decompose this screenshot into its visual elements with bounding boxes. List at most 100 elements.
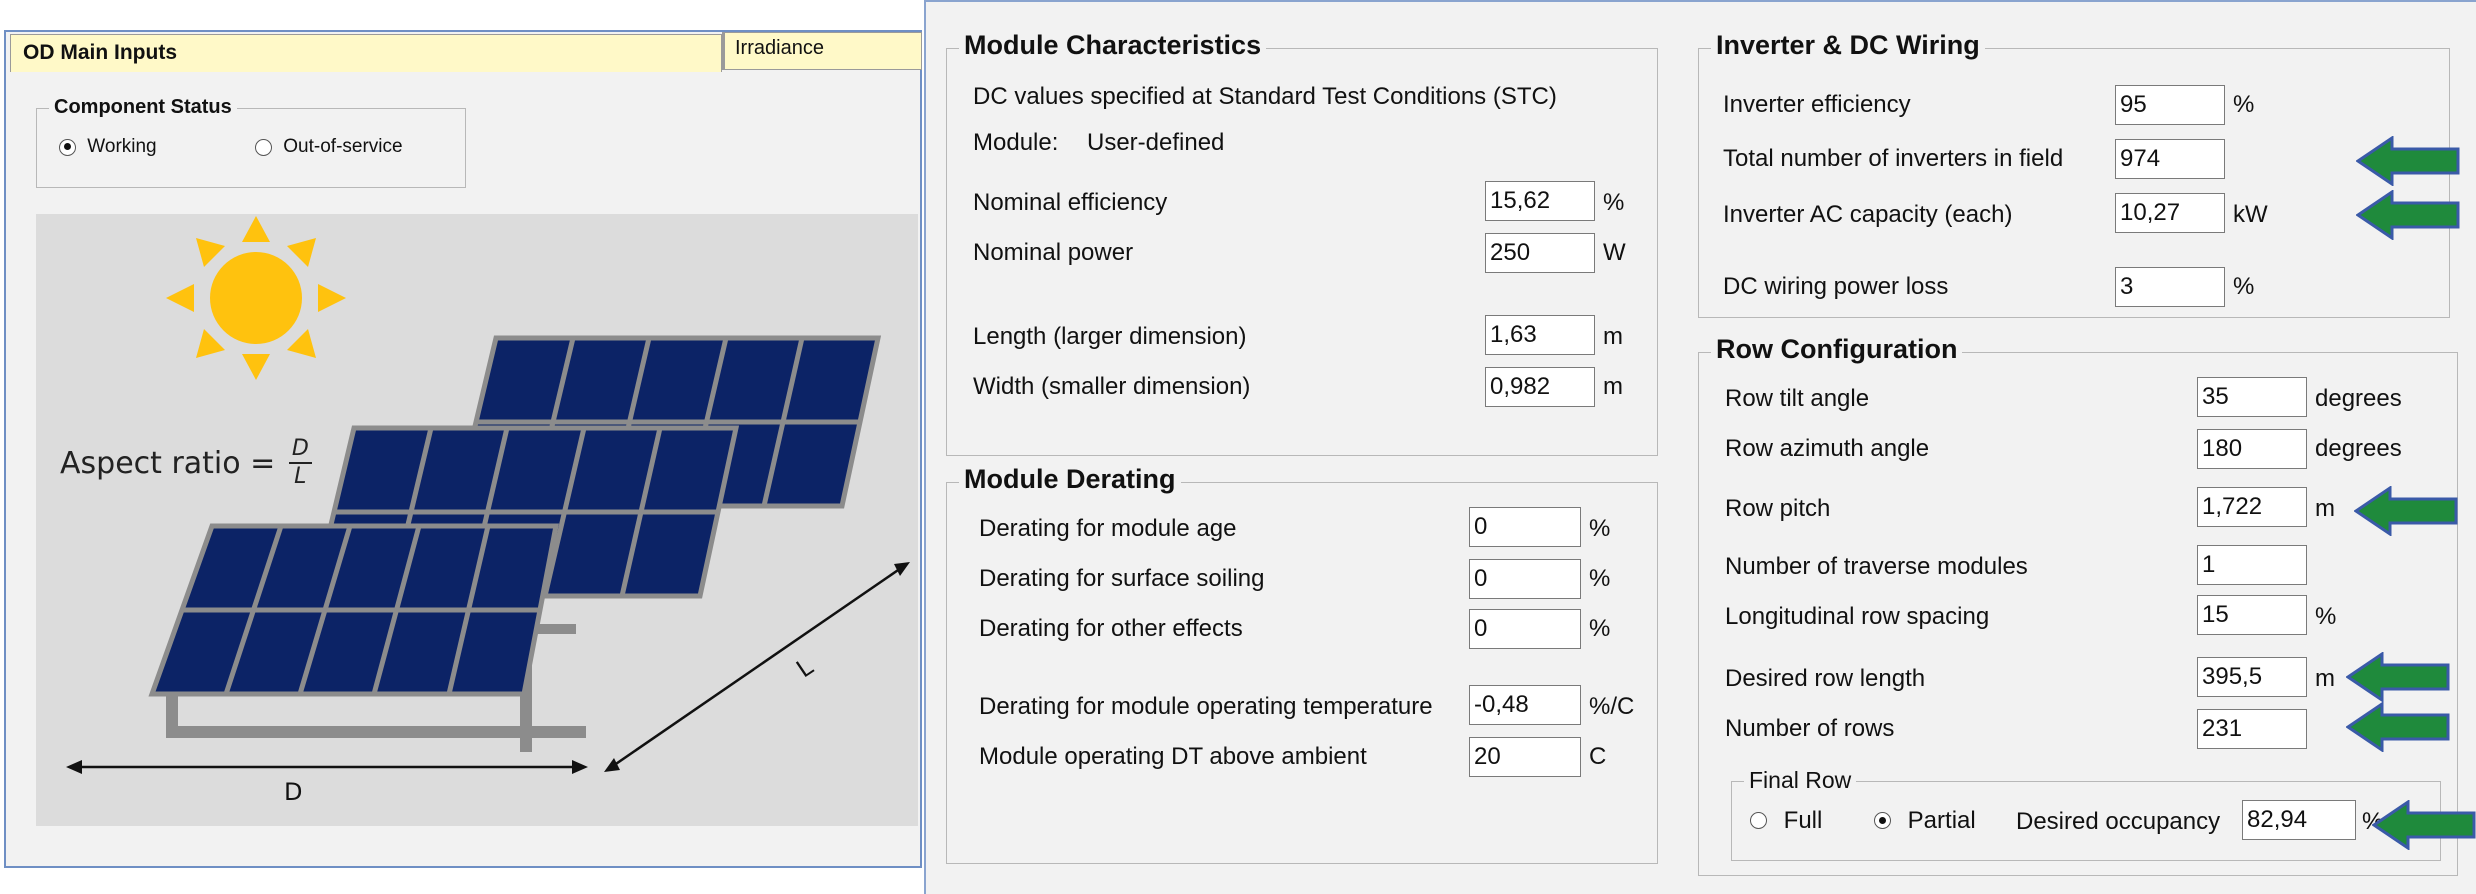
length-input[interactable]: 1,63 [1485, 315, 1595, 355]
d-label: D [284, 778, 303, 806]
row-tilt-label: Row tilt angle [1725, 385, 1870, 412]
row-pitch-input[interactable]: 1,722 [2197, 487, 2307, 527]
longitudinal-spacing-input[interactable]: 15 [2197, 595, 2307, 635]
radio-button-unchecked[interactable] [255, 138, 272, 156]
width-input[interactable]: 0,982 [1485, 367, 1595, 407]
desired-occupancy-input[interactable]: 82,94 [2242, 800, 2356, 840]
inverter-capacity-input[interactable]: 10,27 [2115, 193, 2225, 233]
right-window: Module Characteristics DC values specifi… [924, 0, 2476, 894]
working-radio[interactable]: Working [59, 136, 157, 158]
module-characteristics-group: Module Characteristics DC values specifi… [946, 30, 1658, 456]
out-of-service-label: Out-of-service [283, 136, 403, 157]
full-label: Full [1783, 806, 1823, 834]
operating-dt-unit: C [1589, 743, 1607, 770]
derating-age-input[interactable]: 0 [1469, 507, 1581, 547]
final-row-group: Final Row Full Partial Desired occupancy… [1731, 767, 2441, 861]
derating-temperature-input[interactable]: -0,48 [1469, 685, 1581, 725]
arrow-inverter-capacity-icon [2356, 190, 2460, 240]
solar-array-diagram [66, 216, 910, 774]
arrow-row-pitch-icon [2354, 486, 2458, 536]
inverter-count-input[interactable]: 974 [2115, 139, 2225, 179]
inverter-efficiency-unit: % [2233, 91, 2255, 118]
arrow-desired-row-length-icon [2346, 652, 2450, 702]
module-characteristics-title: Module Characteristics [959, 30, 1267, 61]
desired-row-length-label: Desired row length [1725, 665, 1926, 692]
panel-row-front [148, 523, 586, 752]
final-row-partial-option[interactable]: Partial [1874, 806, 1976, 835]
row-pitch-label: Row pitch [1725, 495, 1831, 522]
tab-irradiance[interactable]: Irradiance [722, 32, 922, 70]
inverter-capacity-unit: kW [2233, 201, 2268, 228]
final-row-title: Final Row [1744, 767, 1857, 794]
number-of-rows-label: Number of rows [1725, 715, 1895, 742]
operating-dt-input[interactable]: 20 [1469, 737, 1581, 777]
stc-note: DC values specified at Standard Test Con… [973, 83, 1557, 110]
derating-soiling-label: Derating for surface soiling [979, 565, 1265, 592]
arrow-number-of-rows-icon [2346, 702, 2450, 752]
arrow-desired-occupancy-icon [2372, 800, 2476, 850]
derating-soiling-input[interactable]: 0 [1469, 559, 1581, 599]
longitudinal-spacing-label: Longitudinal row spacing [1725, 603, 1990, 630]
radio-button-checked[interactable] [1874, 812, 1891, 830]
row-azimuth-input[interactable]: 180 [2197, 429, 2307, 469]
nominal-efficiency-unit: % [1603, 189, 1625, 216]
desired-occupancy-label: Desired occupancy [2016, 808, 2221, 835]
nominal-power-label: Nominal power [973, 239, 1134, 266]
derating-age-label: Derating for module age [979, 515, 1237, 542]
derating-other-unit: % [1589, 615, 1611, 642]
nominal-efficiency-input[interactable]: 15,62 [1485, 181, 1595, 221]
desired-row-length-unit: m [2315, 665, 2335, 692]
length-unit: m [1603, 323, 1623, 350]
inverter-dc-wiring-group: Inverter & DC Wiring Inverter efficiency… [1698, 30, 2450, 318]
radio-button-checked[interactable] [59, 138, 76, 156]
derating-soiling-unit: % [1589, 565, 1611, 592]
length-label: Length (larger dimension) [973, 323, 1247, 350]
operating-dt-label: Module operating DT above ambient [979, 743, 1367, 770]
fraction-denominator: L [294, 464, 307, 489]
row-configuration-title: Row Configuration [1711, 334, 1963, 365]
inverter-count-label: Total number of inverters in field [1723, 145, 2064, 172]
arrow-total-inverters-icon [2356, 136, 2460, 186]
inverter-efficiency-input[interactable]: 95 [2115, 85, 2225, 125]
sun-icon [166, 216, 346, 380]
final-row-full-option[interactable]: Full [1750, 806, 1822, 835]
module-derating-title: Module Derating [959, 464, 1181, 495]
longitudinal-spacing-unit: % [2315, 603, 2337, 630]
nominal-efficiency-label: Nominal efficiency [973, 189, 1168, 216]
width-unit: m [1603, 373, 1623, 400]
out-of-service-radio[interactable]: Out-of-service [255, 136, 403, 158]
dc-wiring-loss-input[interactable]: 3 [2115, 267, 2225, 307]
pv-array-illustration: Aspect ratio = D L D L [36, 214, 918, 826]
desired-row-length-input[interactable]: 395,5 [2197, 657, 2307, 697]
component-status-title: Component Status [49, 96, 237, 119]
d-dimension-arrow [66, 760, 588, 774]
tab-od-main-inputs[interactable]: OD Main Inputs [10, 34, 722, 72]
number-of-rows-input[interactable]: 231 [2197, 709, 2307, 749]
traverse-modules-input[interactable]: 1 [2197, 545, 2307, 585]
row-tilt-input[interactable]: 35 [2197, 377, 2307, 417]
inverter-dc-wiring-title: Inverter & DC Wiring [1711, 30, 1985, 61]
aspect-ratio-text: Aspect ratio = [60, 445, 285, 481]
row-pitch-unit: m [2315, 495, 2335, 522]
derating-age-unit: % [1589, 515, 1611, 542]
derating-other-label: Derating for other effects [979, 615, 1243, 642]
partial-label: Partial [1907, 806, 1976, 834]
nominal-power-input[interactable]: 250 [1485, 233, 1595, 273]
nominal-power-unit: W [1603, 239, 1626, 266]
row-azimuth-label: Row azimuth angle [1725, 435, 1930, 462]
fraction-numerator: D [288, 436, 312, 464]
aspect-ratio-label: Aspect ratio = D L [60, 436, 312, 490]
derating-temperature-label: Derating for module operating temperatur… [979, 693, 1433, 720]
working-label: Working [87, 136, 157, 157]
row-tilt-unit: degrees [2315, 385, 2402, 412]
module-value: User-defined [1087, 129, 1225, 156]
module-label: Module: [973, 129, 1059, 156]
derating-other-input[interactable]: 0 [1469, 609, 1581, 649]
radio-button-unchecked[interactable] [1750, 812, 1767, 830]
dc-wiring-loss-unit: % [2233, 273, 2255, 300]
row-configuration-group: Row Configuration Row tilt angle 35 degr… [1698, 334, 2458, 876]
component-status-group: Component Status Working Out-of-service [36, 96, 466, 188]
width-label: Width (smaller dimension) [973, 373, 1251, 400]
inverter-capacity-label: Inverter AC capacity (each) [1723, 201, 2013, 228]
dc-wiring-loss-label: DC wiring power loss [1723, 273, 1949, 300]
